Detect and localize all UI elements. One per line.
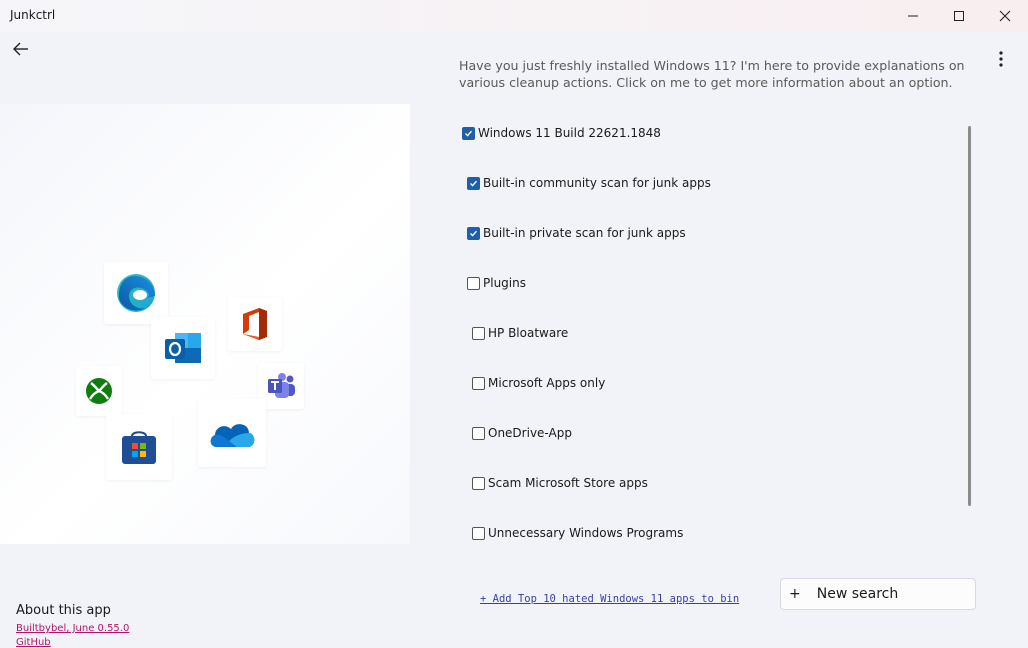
maximize-button[interactable]: [936, 0, 982, 32]
scrollbar-thumb[interactable]: [968, 126, 971, 506]
checkbox[interactable]: [472, 426, 485, 440]
office-icon: [243, 308, 267, 340]
store-icon: [122, 431, 156, 464]
option-onedrive-app[interactable]: OneDrive-App: [472, 425, 572, 441]
option-label: Built-in community scan for junk apps: [483, 176, 711, 190]
arrow-left-icon: [13, 42, 28, 56]
version-link[interactable]: Builtbybel, June 0.55.0: [16, 623, 129, 634]
minimize-button[interactable]: [890, 0, 936, 32]
close-button[interactable]: [982, 0, 1028, 32]
hero-illustration: [0, 104, 410, 544]
edge-icon: [117, 274, 155, 312]
checkbox[interactable]: [472, 476, 485, 490]
option-unnecessary-programs[interactable]: Unnecessary Windows Programs: [472, 525, 683, 541]
xbox-tile: [76, 366, 122, 416]
add-top-hated-apps-link[interactable]: + Add Top 10 hated Windows 11 apps to bi…: [480, 593, 739, 605]
option-community-scan[interactable]: Built-in community scan for junk apps: [467, 175, 711, 191]
more-options-button[interactable]: [991, 49, 1011, 69]
github-link[interactable]: GitHub: [16, 637, 51, 648]
back-button[interactable]: [10, 38, 32, 60]
checkbox[interactable]: [462, 126, 475, 140]
assistant-explanation[interactable]: Have you just freshly installed Windows …: [459, 57, 979, 91]
option-windows-build[interactable]: Windows 11 Build 22621.1848: [462, 125, 661, 141]
checkmark-icon: [470, 180, 478, 187]
store-tile: [106, 414, 172, 480]
close-icon: [999, 10, 1011, 22]
option-label: Built-in private scan for junk apps: [483, 226, 686, 240]
outlook-tile: [151, 317, 215, 379]
checkmark-icon: [465, 130, 473, 137]
new-search-button[interactable]: + New search: [780, 578, 976, 610]
new-search-label: New search: [816, 586, 899, 602]
xbox-icon: [86, 378, 112, 404]
option-microsoft-apps[interactable]: Microsoft Apps only: [472, 375, 605, 391]
title-bar: Junkctrl: [0, 0, 1028, 32]
option-private-scan[interactable]: Built-in private scan for junk apps: [467, 225, 686, 241]
plus-icon: +: [789, 586, 801, 602]
checkbox[interactable]: [467, 176, 480, 190]
option-label: OneDrive-App: [488, 426, 572, 440]
onedrive-icon: [210, 424, 255, 447]
checkbox[interactable]: [472, 326, 485, 340]
app-title: Junkctrl: [10, 8, 56, 22]
option-hp-bloatware[interactable]: HP Bloatware: [472, 325, 568, 341]
checkbox[interactable]: [467, 276, 480, 290]
option-label: HP Bloatware: [488, 326, 569, 340]
onedrive-tile: [198, 399, 266, 467]
option-plugins[interactable]: Plugins: [467, 275, 526, 291]
options-scrollbar[interactable]: [963, 107, 979, 567]
teams-icon: [268, 373, 295, 398]
option-scam-store-apps[interactable]: Scam Microsoft Store apps: [472, 475, 648, 491]
checkbox[interactable]: [472, 526, 485, 540]
option-label: Unnecessary Windows Programs: [488, 526, 684, 540]
about-title: About this app: [16, 603, 111, 618]
checkmark-icon: [470, 230, 478, 237]
checkbox[interactable]: [467, 226, 480, 240]
option-label: Windows 11 Build 22621.1848: [478, 126, 661, 140]
checkbox[interactable]: [472, 376, 485, 390]
maximize-icon: [954, 11, 964, 21]
option-label: Microsoft Apps only: [488, 376, 606, 390]
more-vertical-icon: [999, 51, 1003, 67]
office-tile: [228, 297, 282, 351]
option-label: Scam Microsoft Store apps: [488, 476, 648, 490]
minimize-icon: [908, 15, 918, 17]
edge-tile: [104, 262, 168, 324]
option-label: Plugins: [483, 276, 526, 290]
outlook-icon: [165, 333, 201, 363]
